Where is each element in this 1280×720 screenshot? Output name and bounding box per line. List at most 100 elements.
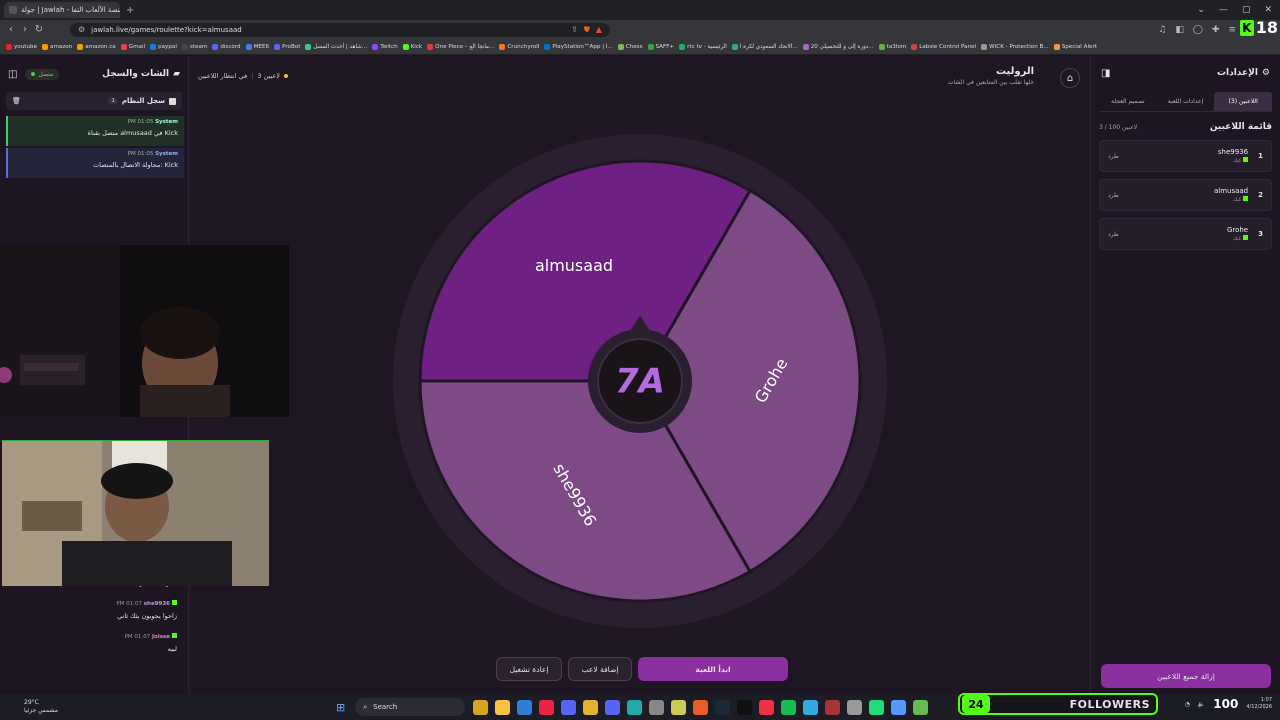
collapse-panel-icon[interactable]: ◫ [8,69,17,80]
rewards-icon[interactable]: ▲ [596,25,602,34]
kick-player-button[interactable]: طرد [1108,192,1119,199]
bookmark-label: discord [220,43,241,50]
taskbar-app-icon[interactable] [583,699,599,715]
weather-widget[interactable]: 29°C مشمس جزئيا [0,699,120,715]
back-icon[interactable]: ‹ [4,24,18,35]
restart-button[interactable]: إعادة تشغيل [496,657,562,681]
bookmark-item[interactable]: Twitch [372,43,398,50]
taskbar-app-icon[interactable] [517,699,533,715]
new-tab-button[interactable]: + [126,5,134,16]
collapse-settings-icon[interactable]: ◨ [1101,68,1110,79]
bookmark-item[interactable]: PlayStation™App | ا... [544,43,613,50]
bookmark-favicon-icon [544,43,551,50]
taskbar-app-icon[interactable] [649,699,665,715]
taskbar-app-icon[interactable] [539,699,555,715]
system-log-header[interactable]: 🗑 1 سجل النظام [6,92,182,110]
kick-player-button[interactable]: طرد [1108,153,1119,160]
volume-icon[interactable]: 🔈 [1198,701,1205,708]
chat-panel-title: الشات والسجل ▰ [102,69,180,79]
bookmark-item[interactable]: Special Alert [1053,43,1097,50]
bookmark-item[interactable]: Gmail [120,43,145,50]
tab-wheel-design[interactable]: تصميم العجلة [1099,92,1157,111]
bookmark-favicon-icon [617,43,624,50]
site-info-icon[interactable]: ⚙ [78,25,85,34]
settings-tabs: اللاعبين (3) إعدادات اللعبة تصميم العجلة [1099,92,1272,112]
reload-icon[interactable]: ↻ [32,24,46,35]
browser-tab[interactable]: جولة | Jawlah - منصة الألعاب التفا... ✕ [4,2,120,18]
home-button[interactable]: ⌂ [1060,68,1080,88]
taskbar-app-icon[interactable] [891,699,907,715]
bookmark-item[interactable]: ProBot [274,43,300,50]
taskbar-app-icon[interactable] [473,699,489,715]
taskbar-app-icon[interactable] [671,699,687,715]
bookmark-item[interactable]: ta3lom [878,43,906,50]
taskbar-app-icon[interactable] [693,699,709,715]
puzzle-icon[interactable]: ✚ [1212,25,1220,35]
bookmark-item[interactable]: دورة إلى و للتحصيلي 20... [802,43,874,50]
trash-icon[interactable]: 🗑 [12,97,21,105]
chat-username[interactable]: she9936 [144,601,170,607]
bookmark-item[interactable]: Crunchyroll [499,43,539,50]
add-player-button[interactable]: إضافة لاعب [568,657,632,681]
extension-icon[interactable]: ◧ [1175,25,1184,35]
windows-start-icon[interactable]: ⊞ [336,701,345,714]
taskbar-app-icon[interactable] [561,699,577,715]
tab-players[interactable]: اللاعبين (3) [1214,92,1272,111]
bookmark-item[interactable]: الاتحاد السعودي لكرة ا... [731,43,798,50]
taskbar-app-icon[interactable] [605,699,621,715]
bookmark-favicon-icon [427,43,434,50]
bookmark-item[interactable]: steam [181,43,207,50]
bookmark-item[interactable]: youtube [6,43,37,50]
clock[interactable]: 1:07 4/12/2026 [1246,697,1272,711]
taskbar-search[interactable]: ⌕ Search [355,698,466,716]
roulette-wheel[interactable]: Groheshe9936almusaad7A [393,134,887,628]
bookmark-item[interactable]: amazon.ca [77,43,116,50]
menu-icon[interactable]: ≡ [1228,25,1236,35]
network-icon[interactable]: ◔ [1185,701,1190,708]
taskbar-app-icon[interactable] [737,699,753,715]
start-game-button[interactable]: ابدأ اللعبة [638,657,788,681]
bookmark-item[interactable]: rtc tv - الرئيسية [679,43,727,50]
share-icon[interactable]: ⇪ [571,25,578,34]
taskbar-app-icon[interactable] [869,699,885,715]
music-icon[interactable]: ♫ [1158,25,1166,35]
taskbar-app-icon[interactable] [495,699,511,715]
bookmark-item[interactable]: MEE6 [245,43,269,50]
taskbar-app-icon[interactable] [715,699,731,715]
wheel-segment-label: almusaad [535,256,613,275]
taskbar-app-icon[interactable] [825,699,841,715]
bookmark-item[interactable]: WICK - Protection B... [981,43,1049,50]
bookmark-item[interactable]: Chess [617,43,643,50]
tab-game-settings[interactable]: إعدادات اللعبة [1157,92,1215,111]
bookmark-item[interactable]: Kick [402,43,423,50]
bookmark-label: Kick [410,43,423,50]
bookmark-item[interactable]: Labsie Control Panel [911,43,976,50]
bookmark-item[interactable]: paypal [150,43,177,50]
chat-icon[interactable]: ◯ [1193,25,1203,35]
brave-shield-icon[interactable]: ⛊ [584,25,590,35]
kick-badge-icon [1243,235,1249,240]
taskbar-app-icon[interactable] [627,699,643,715]
bookmark-favicon-icon [981,43,988,50]
bookmark-item[interactable]: discord [212,43,241,50]
taskbar-apps [473,699,929,715]
taskbar-app-icon[interactable] [803,699,819,715]
remove-all-players-button[interactable]: إزالة جميع اللاعبين [1101,664,1271,688]
url-field[interactable]: ⚙ jawlah.live/games/roulette?kick=almusa… [70,22,610,37]
platform-label: كيك [1233,197,1242,203]
chat-username[interactable]: Joisse [152,634,170,640]
taskbar-app-icon[interactable] [781,699,797,715]
taskbar-app-icon[interactable] [759,699,775,715]
taskbar-app-icon[interactable] [847,699,863,715]
tab-search-icon[interactable]: ⌄ [1197,5,1205,15]
close-window-icon[interactable]: ✕ [1264,5,1272,15]
maximize-icon[interactable]: ▢ [1242,5,1251,15]
bookmark-item[interactable]: One Piece – مانجا الع... [427,43,494,50]
minimize-icon[interactable]: — [1219,5,1228,15]
taskbar-app-icon[interactable] [913,699,929,715]
bookmark-item[interactable]: SAFF+ [647,43,674,50]
bookmark-item[interactable]: amazon [42,43,72,50]
bookmark-item[interactable]: شاهد | أحدث المسل... [305,43,367,50]
kick-player-button[interactable]: طرد [1108,231,1119,238]
forward-icon[interactable]: › [18,24,32,35]
